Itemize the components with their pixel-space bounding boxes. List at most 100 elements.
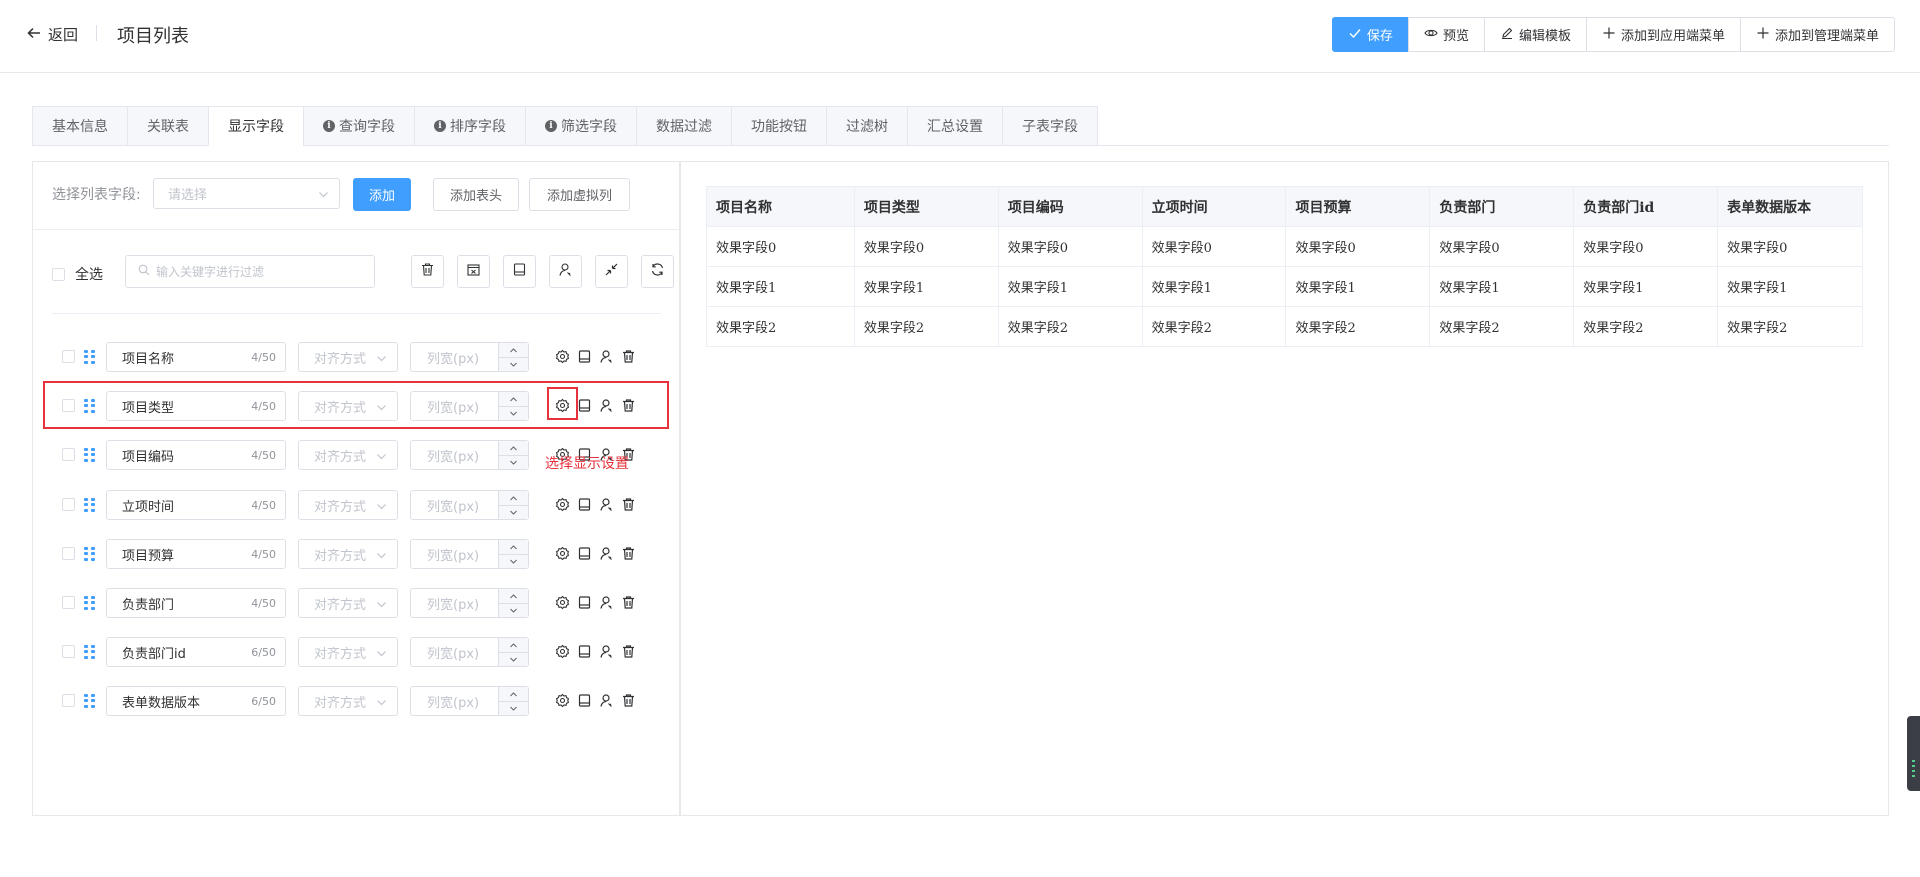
select-all-checkbox[interactable] bbox=[52, 267, 65, 281]
align-select[interactable]: 对齐方式 bbox=[298, 440, 398, 470]
tab-item[interactable]: i 排序字段 bbox=[414, 106, 526, 146]
field-name-input[interactable]: 项目名称 4/50 bbox=[106, 342, 286, 372]
field-select[interactable]: 请选择 bbox=[153, 178, 340, 209]
gear-icon[interactable] bbox=[555, 644, 570, 659]
chevron-up-icon[interactable] bbox=[499, 638, 528, 652]
drag-handle-icon[interactable] bbox=[84, 350, 96, 364]
field-filter-input[interactable]: 输入关键字进行过滤 bbox=[125, 255, 375, 288]
bulk-layout-button[interactable] bbox=[503, 255, 536, 288]
drag-handle-icon[interactable] bbox=[84, 645, 96, 659]
chevron-down-icon[interactable] bbox=[499, 554, 528, 568]
trash-icon[interactable] bbox=[621, 546, 636, 561]
chevron-up-icon[interactable] bbox=[499, 687, 528, 701]
chevron-down-icon[interactable] bbox=[499, 603, 528, 617]
chevron-down-icon[interactable] bbox=[499, 505, 528, 519]
panel-bottom-icon[interactable] bbox=[577, 644, 592, 659]
chevron-down-icon[interactable] bbox=[499, 701, 528, 715]
trash-icon[interactable] bbox=[621, 693, 636, 708]
column-width-input[interactable]: 列宽(px) bbox=[410, 342, 529, 372]
align-select[interactable]: 对齐方式 bbox=[298, 342, 398, 372]
drag-handle-icon[interactable] bbox=[84, 596, 96, 610]
side-widget[interactable] bbox=[1907, 716, 1920, 791]
panel-bottom-icon[interactable] bbox=[577, 595, 592, 610]
tab-item[interactable]: 基本信息 bbox=[32, 106, 128, 146]
align-select[interactable]: 对齐方式 bbox=[298, 490, 398, 520]
chevron-down-icon[interactable] bbox=[499, 357, 528, 371]
chevron-down-icon[interactable] bbox=[499, 455, 528, 469]
trash-icon[interactable] bbox=[621, 644, 636, 659]
column-width-input[interactable]: 列宽(px) bbox=[410, 637, 529, 667]
bulk-delete-button[interactable] bbox=[411, 255, 444, 288]
row-checkbox[interactable] bbox=[62, 596, 75, 609]
user-key-icon[interactable] bbox=[599, 546, 614, 561]
tab-item[interactable]: 汇总设置 bbox=[907, 106, 1003, 146]
field-name-input[interactable]: 负责部门 4/50 bbox=[106, 588, 286, 618]
tab-item[interactable]: 过滤树 bbox=[826, 106, 908, 146]
field-name-input[interactable]: 表单数据版本 6/50 bbox=[106, 686, 286, 716]
field-name-input[interactable]: 负责部门id 6/50 bbox=[106, 637, 286, 667]
column-width-input[interactable]: 列宽(px) bbox=[410, 686, 529, 716]
tab-item[interactable]: 关联表 bbox=[127, 106, 209, 146]
row-checkbox[interactable] bbox=[62, 448, 75, 461]
drag-handle-icon[interactable] bbox=[84, 498, 96, 512]
gear-icon[interactable] bbox=[555, 693, 570, 708]
chevron-up-icon[interactable] bbox=[499, 491, 528, 505]
drag-handle-icon[interactable] bbox=[84, 694, 96, 708]
drag-handle-icon[interactable] bbox=[84, 547, 96, 561]
tab-item[interactable]: 显示字段 bbox=[208, 106, 304, 146]
bulk-clear-button[interactable] bbox=[457, 255, 490, 288]
preview-button[interactable]: 预览 bbox=[1407, 17, 1485, 52]
trash-icon[interactable] bbox=[621, 497, 636, 512]
align-select[interactable]: 对齐方式 bbox=[298, 686, 398, 716]
row-checkbox[interactable] bbox=[62, 645, 75, 658]
row-checkbox[interactable] bbox=[62, 498, 75, 511]
chevron-up-icon[interactable] bbox=[499, 343, 528, 357]
column-width-input[interactable]: 列宽(px) bbox=[410, 539, 529, 569]
user-key-icon[interactable] bbox=[599, 595, 614, 610]
chevron-up-icon[interactable] bbox=[499, 540, 528, 554]
column-width-input[interactable]: 列宽(px) bbox=[410, 440, 529, 470]
field-name-input[interactable]: 项目编码 4/50 bbox=[106, 440, 286, 470]
add-header-button[interactable]: 添加表头 bbox=[433, 178, 519, 211]
panel-bottom-icon[interactable] bbox=[577, 693, 592, 708]
gear-icon[interactable] bbox=[555, 349, 570, 364]
add-admin-menu-button[interactable]: 添加到管理端菜单 bbox=[1739, 17, 1895, 52]
user-key-icon[interactable] bbox=[599, 497, 614, 512]
add-field-button[interactable]: 添加 bbox=[353, 178, 411, 211]
row-checkbox[interactable] bbox=[62, 694, 75, 707]
collapse-button[interactable] bbox=[595, 255, 628, 288]
edit-template-button[interactable]: 编辑模板 bbox=[1483, 17, 1587, 52]
gear-icon[interactable] bbox=[555, 595, 570, 610]
chevron-up-icon[interactable] bbox=[499, 589, 528, 603]
user-key-icon[interactable] bbox=[599, 644, 614, 659]
row-checkbox[interactable] bbox=[62, 547, 75, 560]
refresh-button[interactable] bbox=[641, 255, 674, 288]
tab-item[interactable]: 数据过滤 bbox=[636, 106, 732, 146]
trash-icon[interactable] bbox=[621, 595, 636, 610]
bulk-permission-button[interactable] bbox=[549, 255, 582, 288]
tab-item[interactable]: i 查询字段 bbox=[303, 106, 415, 146]
align-select[interactable]: 对齐方式 bbox=[298, 539, 398, 569]
panel-bottom-icon[interactable] bbox=[577, 546, 592, 561]
tab-item[interactable]: 功能按钮 bbox=[731, 106, 827, 146]
panel-bottom-icon[interactable] bbox=[577, 497, 592, 512]
back-button[interactable]: 返回 bbox=[26, 24, 78, 45]
row-checkbox[interactable] bbox=[62, 350, 75, 363]
panel-bottom-icon[interactable] bbox=[577, 349, 592, 364]
align-select[interactable]: 对齐方式 bbox=[298, 637, 398, 667]
field-name-input[interactable]: 立项时间 4/50 bbox=[106, 490, 286, 520]
align-select[interactable]: 对齐方式 bbox=[298, 588, 398, 618]
gear-icon[interactable] bbox=[555, 497, 570, 512]
user-key-icon[interactable] bbox=[599, 693, 614, 708]
drag-handle-icon[interactable] bbox=[84, 448, 96, 462]
gear-icon[interactable] bbox=[555, 546, 570, 561]
field-name-input[interactable]: 项目预算 4/50 bbox=[106, 539, 286, 569]
tab-item[interactable]: i 筛选字段 bbox=[525, 106, 637, 146]
add-virtual-column-button[interactable]: 添加虚拟列 bbox=[529, 178, 630, 211]
column-width-input[interactable]: 列宽(px) bbox=[410, 490, 529, 520]
chevron-down-icon[interactable] bbox=[499, 652, 528, 666]
user-key-icon[interactable] bbox=[599, 349, 614, 364]
tab-item[interactable]: 子表字段 bbox=[1002, 106, 1098, 146]
select-all[interactable]: 全选 bbox=[52, 264, 103, 284]
add-app-menu-button[interactable]: 添加到应用端菜单 bbox=[1585, 17, 1741, 52]
